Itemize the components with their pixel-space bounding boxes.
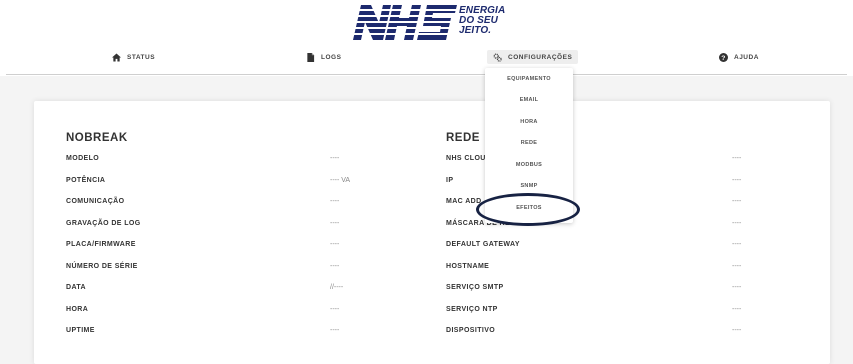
nav-item-logs[interactable]: LOGS bbox=[306, 50, 341, 64]
nobreak-title: NOBREAK bbox=[66, 132, 128, 144]
nav-label-status: STATUS bbox=[127, 53, 156, 61]
nhs-logo-mark-icon bbox=[353, 5, 457, 40]
rede-value: ---- bbox=[732, 284, 742, 291]
nobreak-label: UPTIME bbox=[66, 327, 95, 334]
nobreak-value: ---- bbox=[330, 263, 340, 270]
nobreak-value: //---- bbox=[330, 284, 344, 291]
nobreak-label: COMUNICAÇÃO bbox=[66, 198, 125, 205]
nobreak-value: ---- bbox=[330, 327, 340, 334]
header-divider bbox=[6, 74, 847, 75]
rede-label: DEFAULT GATEWAY bbox=[446, 241, 520, 248]
menu-item-snmp[interactable]: SNMP bbox=[485, 183, 573, 189]
status-card: NOBREAK REDE MODELO ---- POTÊNCIA ---- V… bbox=[34, 101, 830, 364]
rede-label: MAC ADD bbox=[446, 198, 482, 205]
rede-label: SERVIÇO NTP bbox=[446, 306, 498, 313]
nav-label-configuracoes: CONFIGURAÇÕES bbox=[508, 53, 573, 61]
menu-item-rede[interactable]: REDE bbox=[485, 140, 573, 146]
rede-value: ---- bbox=[732, 177, 742, 184]
nav-item-configuracoes[interactable]: CONFIGURAÇÕES bbox=[487, 50, 579, 64]
help-circle-icon: ? bbox=[719, 52, 728, 62]
rede-label: HOSTNAME bbox=[446, 263, 490, 270]
menu-item-modbus[interactable]: MODBUS bbox=[485, 162, 573, 168]
nobreak-label: GRAVAÇÃO DE LOG bbox=[66, 220, 141, 227]
rede-value: ---- bbox=[732, 263, 742, 270]
nobreak-value: ---- bbox=[330, 306, 340, 313]
nobreak-label: NÚMERO DE SÉRIE bbox=[66, 263, 138, 270]
nobreak-value: ---- bbox=[330, 241, 340, 248]
highlight-ellipse bbox=[476, 193, 580, 226]
header: ENERGIA DO SEU JEITO. STATUS LOGS CONFIG… bbox=[0, 0, 853, 76]
rede-label: NHS CLOU bbox=[446, 155, 486, 162]
nhs-logo[interactable]: ENERGIA DO SEU JEITO. bbox=[353, 3, 513, 43]
nav-label-ajuda: AJUDA bbox=[734, 53, 759, 61]
nobreak-label: DATA bbox=[66, 284, 87, 291]
rede-value: ---- bbox=[732, 306, 742, 313]
logo-tagline: ENERGIA DO SEU JEITO. bbox=[459, 6, 505, 36]
rede-value: ---- bbox=[732, 241, 742, 248]
rede-label: IP bbox=[446, 177, 454, 184]
tagline-line-3: JEITO. bbox=[459, 25, 492, 36]
menu-item-equipamento[interactable]: EQUIPAMENTO bbox=[485, 76, 573, 82]
menu-item-hora[interactable]: HORA bbox=[485, 119, 573, 125]
nobreak-label: POTÊNCIA bbox=[66, 177, 106, 184]
rede-value: ---- bbox=[732, 327, 742, 334]
nobreak-value: ---- bbox=[330, 155, 340, 162]
main-nav: STATUS LOGS CONFIGURAÇÕES ? AJUDA bbox=[0, 46, 853, 68]
nobreak-label: PLACA/FIRMWARE bbox=[66, 241, 136, 248]
rede-value: ---- bbox=[732, 198, 742, 205]
rede-value: ---- bbox=[732, 155, 742, 162]
document-icon bbox=[307, 52, 315, 62]
nobreak-value: ---- bbox=[330, 220, 340, 227]
menu-item-email[interactable]: EMAIL bbox=[485, 97, 573, 103]
gears-icon bbox=[493, 53, 502, 62]
rede-title: REDE bbox=[446, 132, 480, 144]
nobreak-value: ---- VA bbox=[330, 177, 351, 184]
nobreak-label: HORA bbox=[66, 306, 89, 313]
nav-item-status[interactable]: STATUS bbox=[112, 50, 155, 64]
nav-label-logs: LOGS bbox=[321, 53, 342, 61]
rede-value: ---- bbox=[732, 220, 742, 227]
home-icon bbox=[112, 52, 121, 62]
nav-item-ajuda[interactable]: ? AJUDA bbox=[719, 50, 759, 64]
svg-text:?: ? bbox=[721, 55, 726, 62]
nobreak-value: ---- bbox=[330, 198, 340, 205]
rede-label: SERVIÇO SMTP bbox=[446, 284, 504, 291]
nobreak-label: MODELO bbox=[66, 155, 100, 162]
rede-label: DISPOSITIVO bbox=[446, 327, 496, 334]
